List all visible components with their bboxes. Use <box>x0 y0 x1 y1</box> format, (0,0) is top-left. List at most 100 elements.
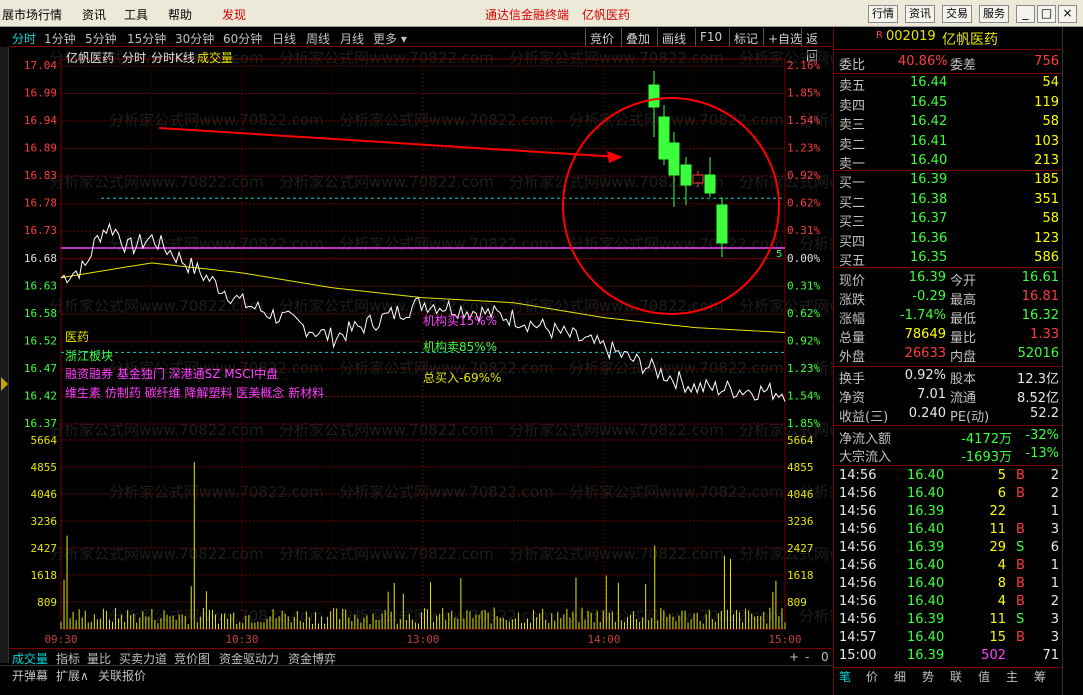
tick-volume: 4 <box>997 594 1006 609</box>
volume-tick: 809 <box>37 596 57 609</box>
expand-arrow-icon[interactable] <box>1 377 8 391</box>
tab-chips[interactable]: 筹 <box>1034 668 1046 685</box>
tick-time: 14:56 <box>839 468 877 483</box>
danmu-toggle[interactable]: 开弹幕 <box>12 667 48 684</box>
f10-button[interactable]: F10 <box>695 28 726 46</box>
book-price: 16.39 <box>910 172 948 187</box>
pct-tick: 0.31% <box>787 224 820 237</box>
stat-row: 涨幅 -1.74% 最低 16.32 <box>834 308 1062 327</box>
arrow-head-icon <box>607 151 623 163</box>
period-monthly[interactable]: 月线 <box>340 30 364 47</box>
stat-value: 16.81 <box>1021 289 1059 304</box>
tick-time: 14:57 <box>839 630 877 645</box>
minimize-icon[interactable]: _ <box>1016 5 1035 23</box>
time-axis: 09:30 10:30 13:00 14:00 15:00 <box>44 633 801 646</box>
period-5min[interactable]: 5分钟 <box>85 30 117 47</box>
tick-side: B <box>1016 558 1025 573</box>
pct-tick: 0.92% <box>787 334 820 347</box>
book-row[interactable]: 买三 16.37 58 <box>834 211 1062 230</box>
tab-linked[interactable]: 联 <box>950 668 962 685</box>
tab-ticks[interactable]: 笔 <box>839 668 851 685</box>
tab-price[interactable]: 价 <box>866 668 878 685</box>
trade-button[interactable]: 交易 <box>942 5 972 23</box>
period-1min[interactable]: 1分钟 <box>44 30 76 47</box>
tick-side: S <box>1016 540 1025 555</box>
stat-label: 今开 <box>950 274 977 289</box>
flow-label: 净流入额 <box>839 432 892 447</box>
stat-label: 总量 <box>839 331 866 346</box>
tick-time: 14:56 <box>839 504 877 519</box>
stat-value: 16.32 <box>1021 308 1059 323</box>
period-daily[interactable]: 日线 <box>272 30 296 47</box>
tick-count: 1 <box>1050 576 1059 591</box>
menu-info[interactable]: 资讯 <box>82 6 106 23</box>
tick-row: 14:56 16.39 22 1 <box>834 504 1062 522</box>
left-panel-toggle[interactable] <box>0 47 9 663</box>
price-tick: 16.63 <box>24 279 57 292</box>
tick-time: 14:56 <box>839 486 877 501</box>
news-button[interactable]: 资讯 <box>905 5 935 23</box>
tick-row: 14:56 16.40 4 B 2 <box>834 594 1062 612</box>
stock-link[interactable]: 亿帆医药 <box>582 6 630 23</box>
period-60min[interactable]: 60分钟 <box>223 30 262 47</box>
book-row[interactable]: 卖五 16.44 54 <box>834 75 1062 94</box>
menu-help[interactable]: 帮助 <box>168 6 192 23</box>
zoom-in-button[interactable]: + <box>789 650 799 664</box>
zoom-out-button[interactable]: - <box>805 650 809 664</box>
tab-value[interactable]: 值 <box>978 668 990 685</box>
book-row[interactable]: 买一 16.39 185 <box>834 172 1062 191</box>
right-scrollbar[interactable] <box>1062 27 1083 695</box>
menu-discover[interactable]: 发现 <box>222 6 246 23</box>
period-weekly[interactable]: 周线 <box>306 30 330 47</box>
tab-detail[interactable]: 细 <box>894 668 906 685</box>
tick-count: 3 <box>1050 612 1059 627</box>
book-row[interactable]: 买四 16.36 123 <box>834 231 1062 250</box>
book-row[interactable]: 卖四 16.45 119 <box>834 95 1062 114</box>
close-icon[interactable]: × <box>1058 5 1077 23</box>
book-row[interactable]: 买二 16.38 351 <box>834 192 1062 211</box>
tick-row: 14:56 16.40 11 B 3 <box>834 522 1062 540</box>
stat-label: 换手 <box>839 372 866 387</box>
back-button[interactable]: 返回 <box>801 28 833 63</box>
service-button[interactable]: 服务 <box>979 5 1009 23</box>
stat-value: 0.240 <box>908 406 946 421</box>
tick-count: 3 <box>1050 522 1059 537</box>
period-more[interactable]: 更多 ▾ <box>373 30 407 47</box>
maximize-icon[interactable]: □ <box>1037 5 1056 23</box>
pct-tick: 0.00% <box>787 252 820 265</box>
terminal-link[interactable]: 通达信金融终端 <box>485 6 569 23</box>
mark-button[interactable]: 标记 <box>729 28 762 46</box>
book-volume: 58 <box>1042 211 1059 226</box>
draw-button[interactable]: 画线 <box>657 28 690 46</box>
auction-button[interactable]: 竞价 <box>585 28 618 46</box>
expand-toggle[interactable]: 扩展∧ <box>56 667 89 684</box>
overlay-button[interactable]: 叠加 <box>621 28 654 46</box>
menu-market[interactable]: 展市场行情 <box>2 6 62 23</box>
add-watchlist-button[interactable]: +自选 <box>763 28 806 46</box>
concepts-line1: 融资融券 基金独门 深港通SZ MSCI中盘 <box>65 366 278 381</box>
period-intraday[interactable]: 分时 <box>12 30 36 47</box>
book-row[interactable]: 卖三 16.42 58 <box>834 114 1062 133</box>
menu-tools[interactable]: 工具 <box>124 6 148 23</box>
tick-time: 15:00 <box>839 648 877 663</box>
stat-label: 收益(三) <box>839 410 889 425</box>
book-row[interactable]: 卖二 16.41 103 <box>834 134 1062 153</box>
book-row[interactable]: 卖一 16.40 213 <box>834 153 1062 172</box>
chart-mode-intraday[interactable]: 分时 <box>122 51 146 65</box>
book-row[interactable]: 买五 16.35 586 <box>834 250 1062 269</box>
period-30min[interactable]: 30分钟 <box>175 30 214 47</box>
divider <box>834 425 1062 426</box>
quote-button[interactable]: 行情 <box>868 5 898 23</box>
zoom-reset-button[interactable]: 0 <box>821 650 829 664</box>
chart-mode-kline[interactable]: 分时K线 <box>151 51 195 65</box>
stat-row: 总量 78649 量比 1.33 <box>834 327 1062 346</box>
related-quotes[interactable]: 关联报价 <box>98 667 146 684</box>
price-tick: 16.78 <box>24 197 57 210</box>
price-tick: 16.58 <box>24 307 57 320</box>
tab-main[interactable]: 主 <box>1006 668 1018 685</box>
period-15min[interactable]: 15分钟 <box>127 30 166 47</box>
stat-label: 最高 <box>950 293 977 308</box>
price-axis: 17.04 16.99 16.94 16.89 16.83 16.78 16.73 16.68… <box>24 59 57 430</box>
region-label: 浙江板块 <box>65 349 113 363</box>
tab-trend[interactable]: 势 <box>922 668 934 685</box>
